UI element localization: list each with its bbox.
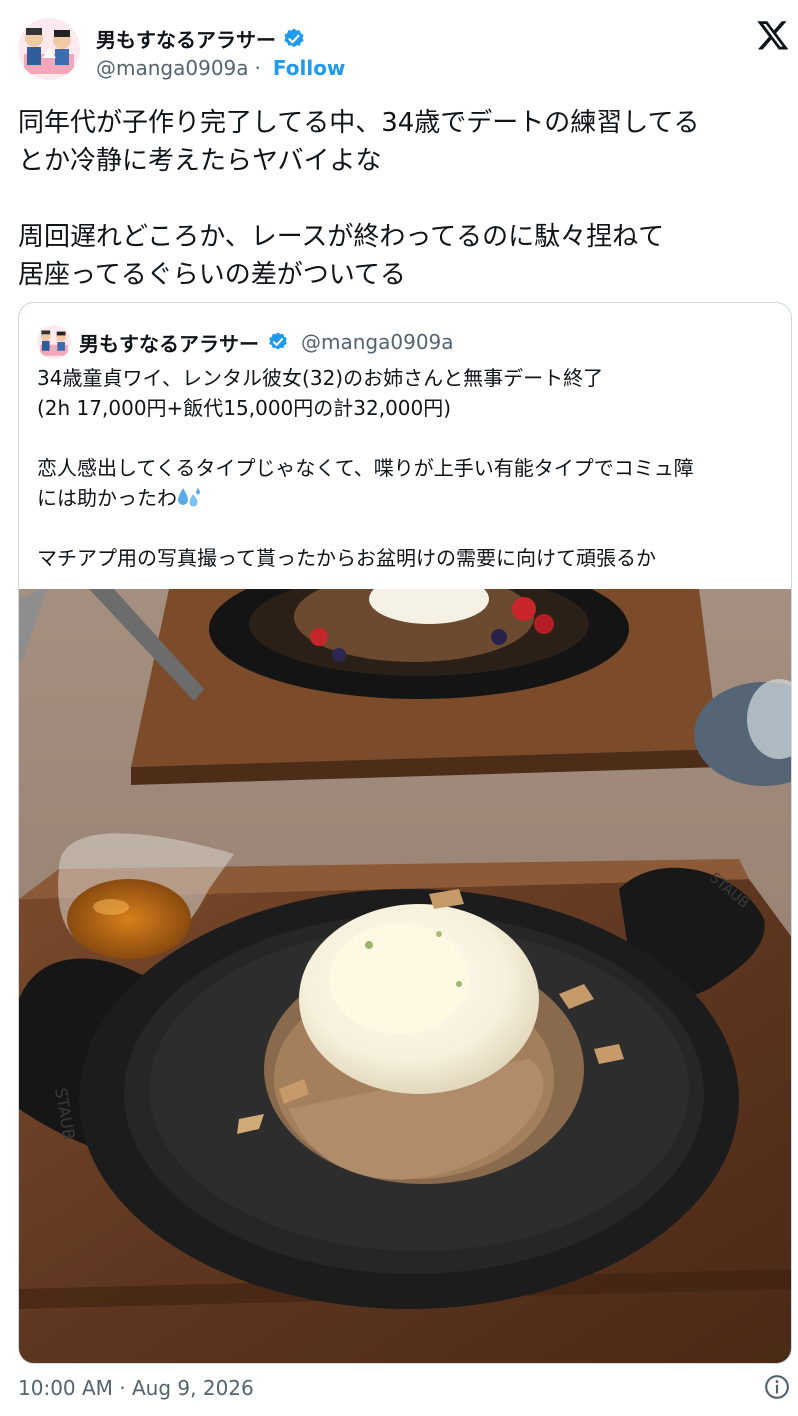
author-name-row: 男もすなるアラサー <box>96 24 306 53</box>
separator-dot: · <box>254 56 261 80</box>
verified-badge-icon <box>284 28 304 47</box>
verified-badge-icon <box>269 332 287 350</box>
tweet-header: 男もすなるアラサー @manga0909a · Follow <box>18 18 790 82</box>
author-handle[interactable]: @manga0909a <box>96 56 249 80</box>
quoted-tweet[interactable]: 男もすなるアラサー @manga0909a 34歳童貞ワイ、レンタル彼女(32)… <box>18 302 792 1364</box>
tweet-photo[interactable]: STAUB STAUB <box>19 589 792 1364</box>
quoted-avatar <box>37 325 71 359</box>
quoted-text-part-2: マチアプ用の写真撮って貰ったからお盆明けの需要に向けて頑張るか <box>37 546 656 570</box>
follow-button[interactable]: Follow <box>273 56 346 80</box>
avatar[interactable] <box>18 18 80 80</box>
info-icon[interactable] <box>764 1374 790 1400</box>
author-display-name[interactable]: 男もすなるアラサー <box>96 24 276 53</box>
timestamp[interactable]: 10:00 AM · Aug 9, 2026 <box>18 1376 254 1400</box>
quoted-tweet-header: 男もすなるアラサー @manga0909a <box>37 325 454 359</box>
quoted-tweet-text: 34歳童貞ワイ、レンタル彼女(32)のお姉さんと無事デート終了 (2h 17,0… <box>37 363 777 573</box>
tweet-footer: 10:00 AM · Aug 9, 2026 <box>18 1374 790 1400</box>
author-handle-row: @manga0909a · Follow <box>96 56 345 80</box>
quoted-text-part-1: 34歳童貞ワイ、レンタル彼女(32)のお姉さんと無事デート終了 (2h 17,0… <box>37 366 694 510</box>
tweet-text: 同年代が子作り完了してる中、34歳でデートの練習してる とか冷静に考えたらヤバイ… <box>18 108 700 290</box>
quoted-handle: @manga0909a <box>301 330 454 354</box>
sweat-droplets-icon <box>178 488 200 507</box>
x-logo-icon[interactable] <box>756 18 790 52</box>
quoted-display-name: 男もすなるアラサー <box>79 331 259 356</box>
